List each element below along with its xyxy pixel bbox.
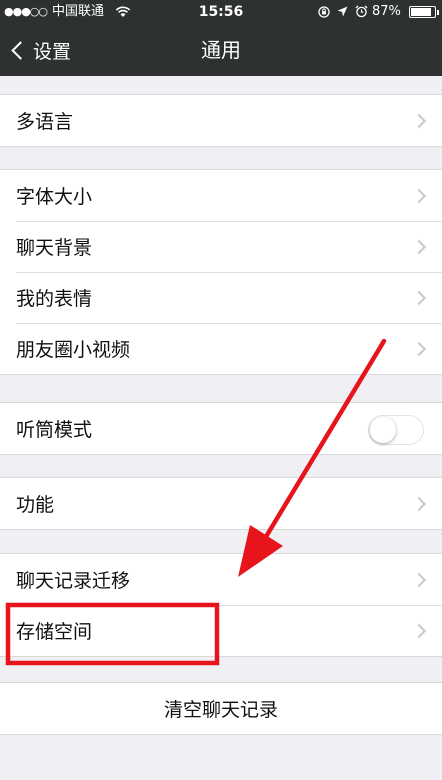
chevron-right-icon	[411, 496, 427, 511]
row-storage-space[interactable]: 存储空间	[0, 605, 442, 656]
clear-chat-history-label: 清空聊天记录	[163, 699, 278, 721]
row-chat-history-migration[interactable]: 聊天记录迁移	[0, 554, 442, 605]
settings-group-language: 多语言	[0, 94, 442, 147]
chevron-right-icon	[411, 290, 427, 305]
settings-group-display: 字体大小 聊天背景 我的表情 朋友圈小视频	[0, 169, 442, 375]
row-label: 存储空间	[16, 621, 93, 643]
battery-percent: 87%	[372, 4, 401, 19]
chevron-right-icon	[411, 113, 427, 128]
location-icon	[337, 6, 348, 17]
back-button-label: 设置	[33, 40, 72, 63]
battery-icon	[409, 6, 439, 18]
row-chat-background[interactable]: 聊天背景	[0, 221, 442, 272]
row-label: 我的表情	[16, 288, 93, 310]
row-label: 朋友圈小视频	[16, 339, 131, 361]
row-label: 聊天背景	[16, 237, 93, 259]
row-earpiece-mode: 听筒模式	[0, 403, 442, 454]
toggle-knob	[370, 417, 396, 443]
earpiece-mode-toggle[interactable]	[368, 415, 424, 445]
back-button[interactable]: 设置	[8, 24, 71, 76]
row-moments-video[interactable]: 朋友圈小视频	[0, 323, 442, 374]
row-label: 功能	[16, 494, 55, 516]
orientation-lock-icon	[318, 6, 330, 18]
row-label: 聊天记录迁移	[16, 570, 131, 592]
row-label: 听筒模式	[16, 419, 93, 441]
row-label: 多语言	[16, 111, 74, 133]
row-features[interactable]: 功能	[0, 478, 442, 529]
chevron-left-icon	[11, 40, 30, 60]
status-bar: ●●●○○ 中国联通 15:56 87%	[0, 0, 442, 24]
alarm-icon	[355, 5, 368, 18]
row-multi-language[interactable]: 多语言	[0, 95, 442, 146]
chevron-right-icon	[411, 239, 427, 254]
settings-group-storage: 聊天记录迁移 存储空间	[0, 553, 442, 657]
row-label: 字体大小	[16, 186, 93, 208]
settings-group-features: 功能	[0, 477, 442, 530]
row-my-stickers[interactable]: 我的表情	[0, 272, 442, 323]
clear-chat-history-button[interactable]: 清空聊天记录	[0, 683, 442, 734]
chevron-right-icon	[411, 188, 427, 203]
chevron-right-icon	[411, 623, 427, 638]
settings-group-clear: 清空聊天记录	[0, 682, 442, 735]
settings-group-earpiece: 听筒模式	[0, 402, 442, 455]
row-font-size[interactable]: 字体大小	[0, 170, 442, 221]
chevron-right-icon	[411, 341, 427, 356]
chevron-right-icon	[411, 572, 427, 587]
navigation-bar: 设置 通用	[0, 24, 442, 76]
